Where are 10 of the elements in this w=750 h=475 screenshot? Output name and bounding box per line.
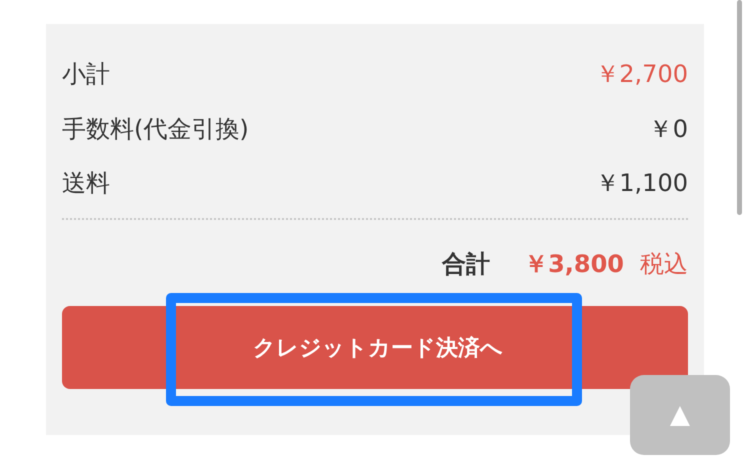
checkout-button[interactable]: クレジットカード決済へ: [62, 306, 688, 389]
tax-note: 税込: [640, 249, 688, 280]
row-label: 手数料(代金引換): [62, 114, 249, 145]
row-amount: ￥0: [648, 114, 688, 145]
row-amount: ￥2,700: [595, 59, 688, 90]
row-amount: ￥1,100: [595, 168, 688, 199]
total-label: 合計: [442, 249, 490, 280]
total-amount: ￥3,800: [524, 249, 624, 280]
row-label: 送料: [62, 168, 110, 199]
row-label: 小計: [62, 59, 110, 90]
